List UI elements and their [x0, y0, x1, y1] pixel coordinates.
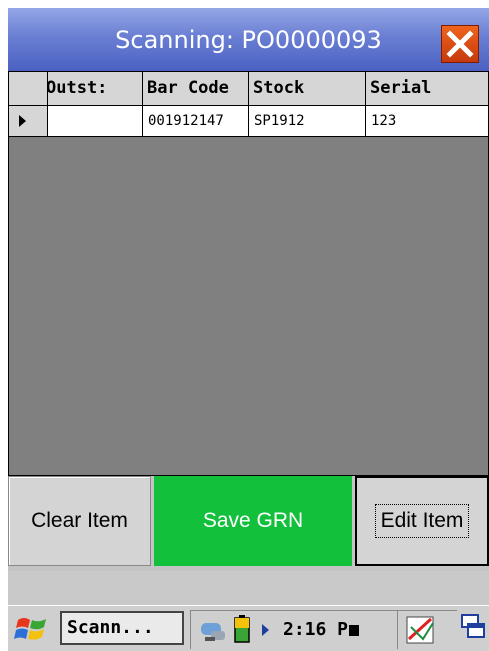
row-header-corner — [9, 72, 48, 106]
close-button[interactable] — [441, 25, 479, 63]
save-grn-button[interactable]: Save GRN — [154, 476, 352, 566]
start-button[interactable] — [14, 612, 50, 646]
windows-start-icon — [14, 618, 46, 640]
column-header-label: Serial — [370, 78, 432, 98]
cell-barcode[interactable]: 001912147 — [143, 106, 249, 137]
scan-grid[interactable]: Outst: Bar Code Stock Serial 001912147 S… — [8, 71, 489, 476]
network-icon[interactable] — [199, 615, 227, 645]
tray-divider — [397, 611, 398, 649]
clear-item-label: Clear Item — [31, 509, 128, 532]
battery-icon[interactable] — [231, 615, 255, 645]
column-header-stock[interactable]: Stock — [249, 72, 366, 106]
cell-serial[interactable]: 123 — [366, 106, 488, 137]
device-screen: Scanning: PO0000093 Outst: Bar Code Stoc… — [8, 8, 489, 651]
column-header-label: Stock — [253, 78, 305, 98]
column-header-label: Bar Code — [147, 78, 229, 98]
clock[interactable]: 2:16 P — [283, 619, 360, 640]
tray-expand-icon[interactable] — [259, 615, 273, 645]
switch-windows-icon[interactable] — [458, 611, 488, 645]
row-selector[interactable] — [9, 106, 48, 137]
close-icon — [446, 30, 474, 58]
status-bar — [8, 571, 489, 605]
column-header-outstanding[interactable]: Outst: — [48, 72, 143, 106]
taskbar: Scann... 2:16 P — [8, 605, 489, 651]
column-header-label: Outst: — [48, 78, 108, 98]
clock-time: 2:16 P — [283, 619, 349, 640]
save-grn-label: Save GRN — [202, 509, 304, 532]
taskbar-app-label: Scann... — [67, 617, 154, 638]
window-title: Scanning: PO0000093 — [115, 26, 382, 54]
system-tray: 2:16 P — [190, 610, 457, 649]
cell-stock[interactable]: SP1912 — [249, 106, 366, 137]
clock-suffix — [349, 625, 360, 636]
input-panel-icon[interactable] — [403, 613, 439, 647]
edit-item-button[interactable]: Edit Item — [355, 476, 489, 566]
column-header-barcode[interactable]: Bar Code — [143, 72, 249, 106]
clear-item-button[interactable]: Clear Item — [8, 476, 151, 566]
column-header-serial[interactable]: Serial — [366, 72, 488, 106]
cell-outstanding[interactable] — [48, 106, 143, 137]
edit-item-label: Edit Item — [374, 504, 470, 538]
row-pointer-icon — [19, 115, 26, 127]
title-bar: Scanning: PO0000093 — [8, 8, 489, 71]
taskbar-app-button[interactable]: Scann... — [60, 611, 184, 645]
